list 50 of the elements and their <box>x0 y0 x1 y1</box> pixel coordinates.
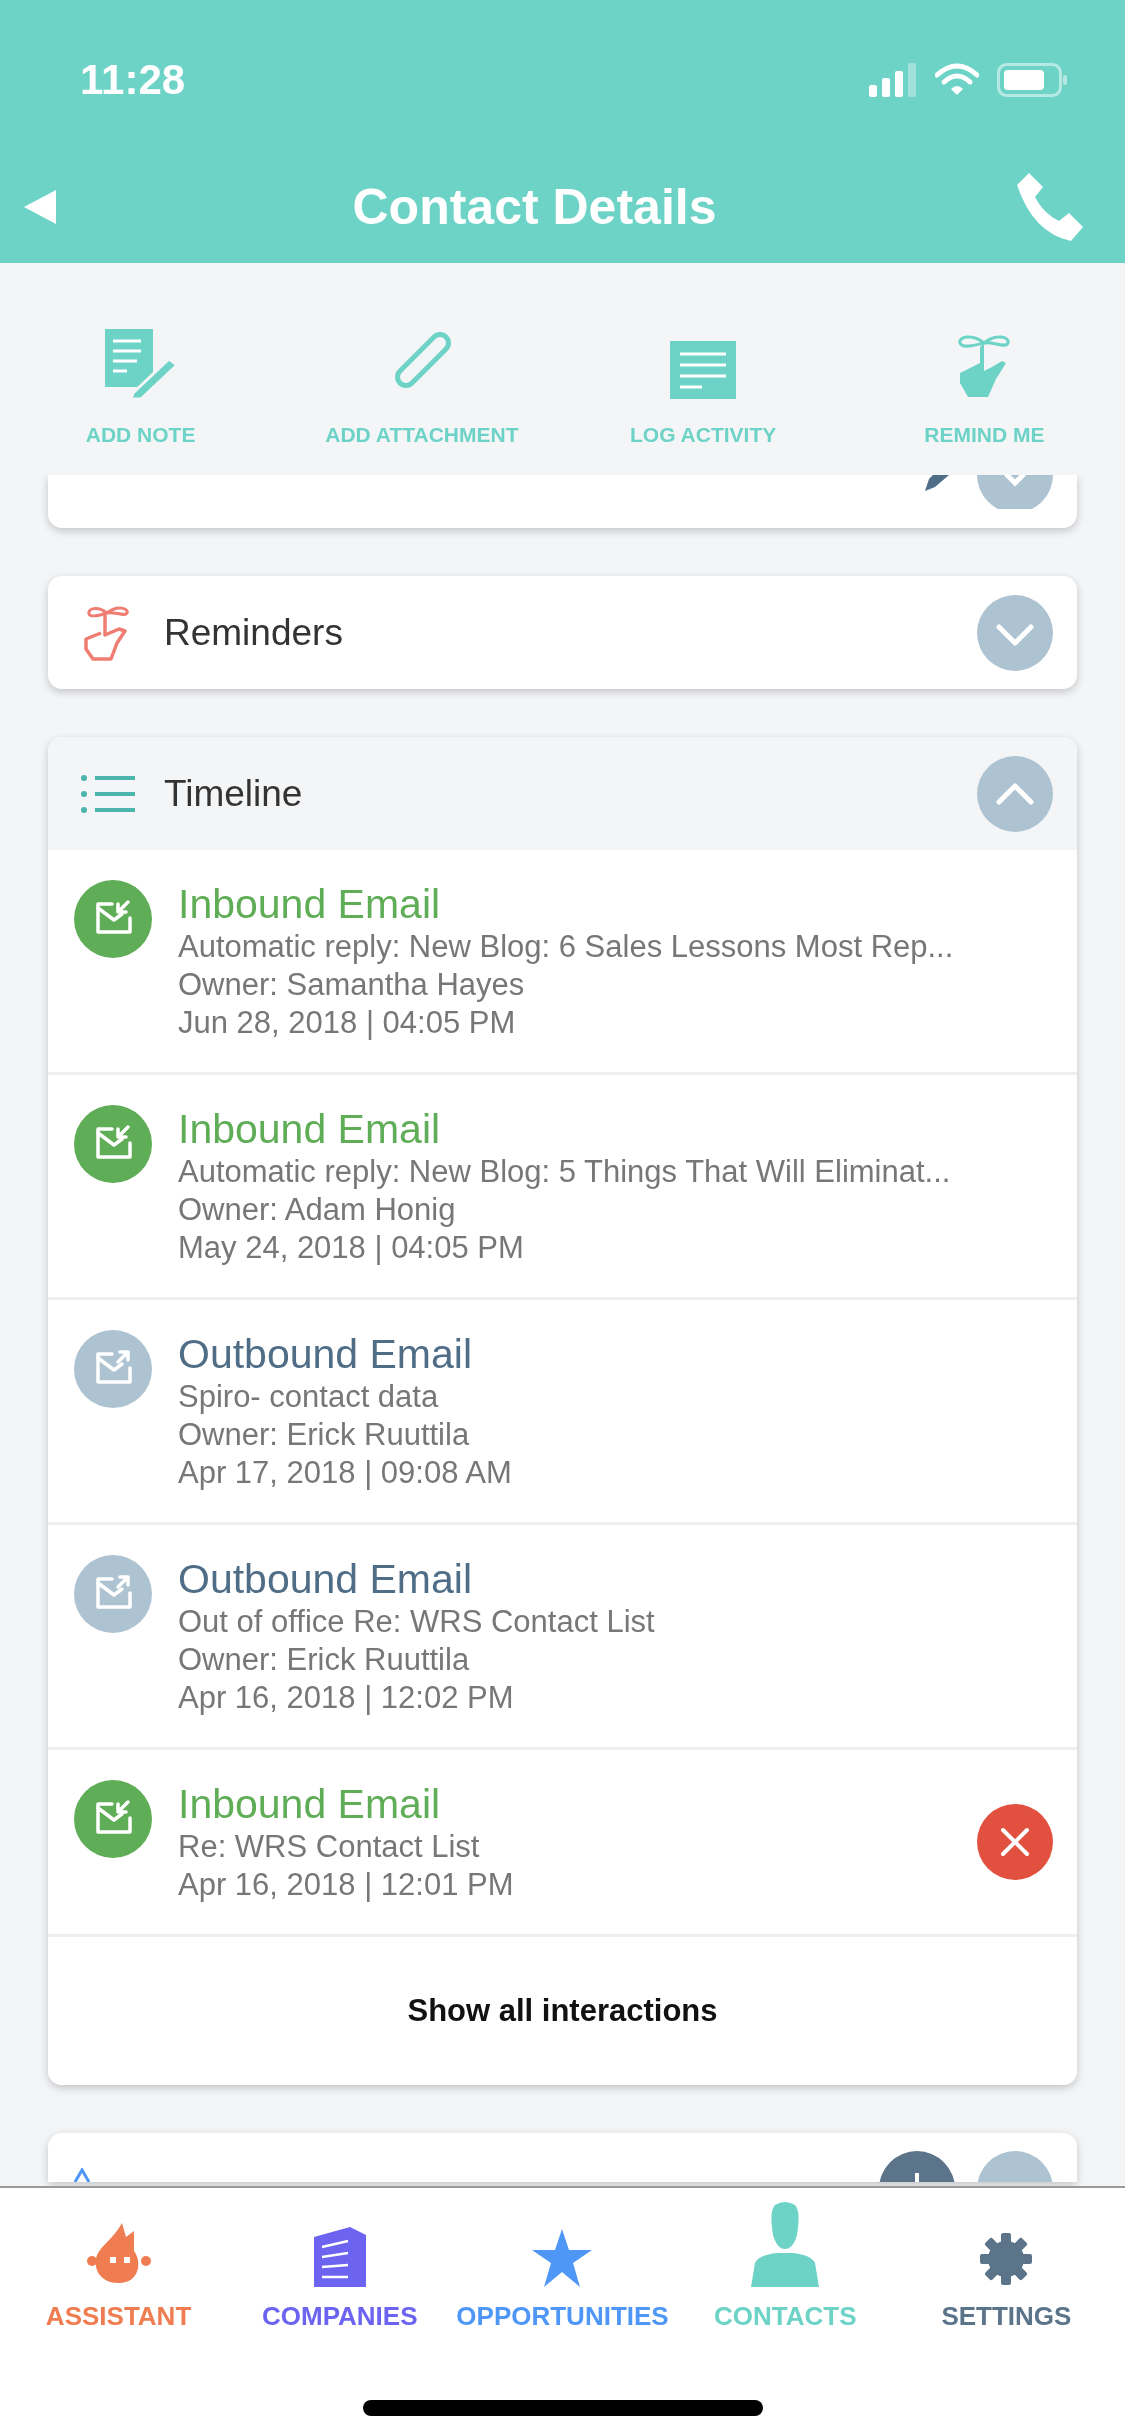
add-button[interactable] <box>879 2151 955 2182</box>
list-document-icon <box>670 341 737 399</box>
inbound-mail-icon <box>74 880 152 958</box>
item-detail: Apr 17, 2018 | 09:08 AM <box>178 1454 513 1492</box>
tab[interactable]: COMPANIES <box>229 2188 451 2358</box>
item-detail: Owner: Samantha Hayes <box>178 966 526 1004</box>
item-detail: Automatic reply: New Blog: 5 Things That Will Eliminat... <box>178 1153 952 1191</box>
inbound-mail-icon <box>74 1105 152 1183</box>
item-detail: Apr 16, 2018 | 12:01 PM <box>178 1866 515 1904</box>
item-title: Inbound Email <box>178 880 442 928</box>
item-title: Outbound Email <box>178 1555 473 1603</box>
item-title: Outbound Email <box>178 1330 473 1378</box>
item-detail: Automatic reply: New Blog: 6 Sales Lessons Most Rep... <box>178 928 955 966</box>
item-detail: Re: WRS Contact List <box>178 1828 481 1866</box>
card-title: Timeline <box>164 772 304 815</box>
item-detail: May 24, 2018 | 04:05 PM <box>178 1229 525 1267</box>
tab[interactable]: ASSISTANT <box>8 2188 230 2358</box>
wifi-icon <box>935 63 979 97</box>
timeline-row[interactable]: Outbound Email Spiro- contact data Owner: Erick Ruuttila Apr 17, 2018 | 09:08 AM <box>48 1300 1077 1525</box>
item-detail: Spiro- contact data <box>178 1378 440 1416</box>
item-detail: Owner: Erick Ruuttila <box>178 1416 471 1454</box>
expand-button[interactable] <box>977 594 1053 671</box>
collapse-button[interactable] <box>977 755 1053 832</box>
item-detail: Out of office Re: WRS Contact List <box>178 1603 656 1641</box>
item-detail: Owner: Erick Ruuttila <box>178 1641 471 1679</box>
battery-icon <box>997 63 1067 97</box>
status-time: 11:28 <box>80 55 186 104</box>
outbound-mail-icon <box>74 1330 152 1408</box>
tab[interactable]: OPPORTUNITIES <box>450 2188 675 2358</box>
item-detail: Owner: Adam Honig <box>178 1191 457 1229</box>
item-detail: Jun 28, 2018 | 04:05 PM <box>178 1004 517 1042</box>
inbound-mail-icon <box>74 1780 152 1858</box>
expand-button[interactable] <box>977 2151 1053 2182</box>
back-button[interactable] <box>24 189 56 224</box>
signal-icon <box>869 63 917 97</box>
item-title: Inbound Email <box>178 1105 442 1153</box>
delete-button[interactable] <box>977 1804 1053 1880</box>
item-detail: Apr 16, 2018 | 12:02 PM <box>178 1679 515 1717</box>
expand-button[interactable] <box>977 475 1053 509</box>
timeline-row[interactable]: Inbound Email Automatic reply: New Blog: 6 Sales Lessons Most Rep... Owner: Samantha Hayes Jun 28, 2018 | 04:05 PM <box>48 850 1077 1075</box>
finger-ribbon-icon <box>956 333 1013 399</box>
outbound-mail-icon <box>74 1555 152 1633</box>
card-title: Reminders <box>164 611 344 654</box>
item-title: Inbound Email <box>178 1780 442 1828</box>
screen-title: Contact Details <box>352 177 717 236</box>
list-icon <box>81 773 135 814</box>
timeline-row[interactable]: Outbound Email Out of office Re: WRS Contact List Owner: Erick Ruuttila Apr 16, 2018 | 12:02 PM <box>48 1525 1077 1750</box>
timeline-row[interactable]: Inbound Email Automatic reply: New Blog: 5 Things That Will Eliminat... Owner: Adam Honig May 24, 2018 | 04:05 PM <box>48 1075 1077 1300</box>
tab[interactable]: SETTINGS <box>895 2188 1117 2358</box>
show-all-button[interactable]: Show all interactions <box>48 1937 1077 2085</box>
